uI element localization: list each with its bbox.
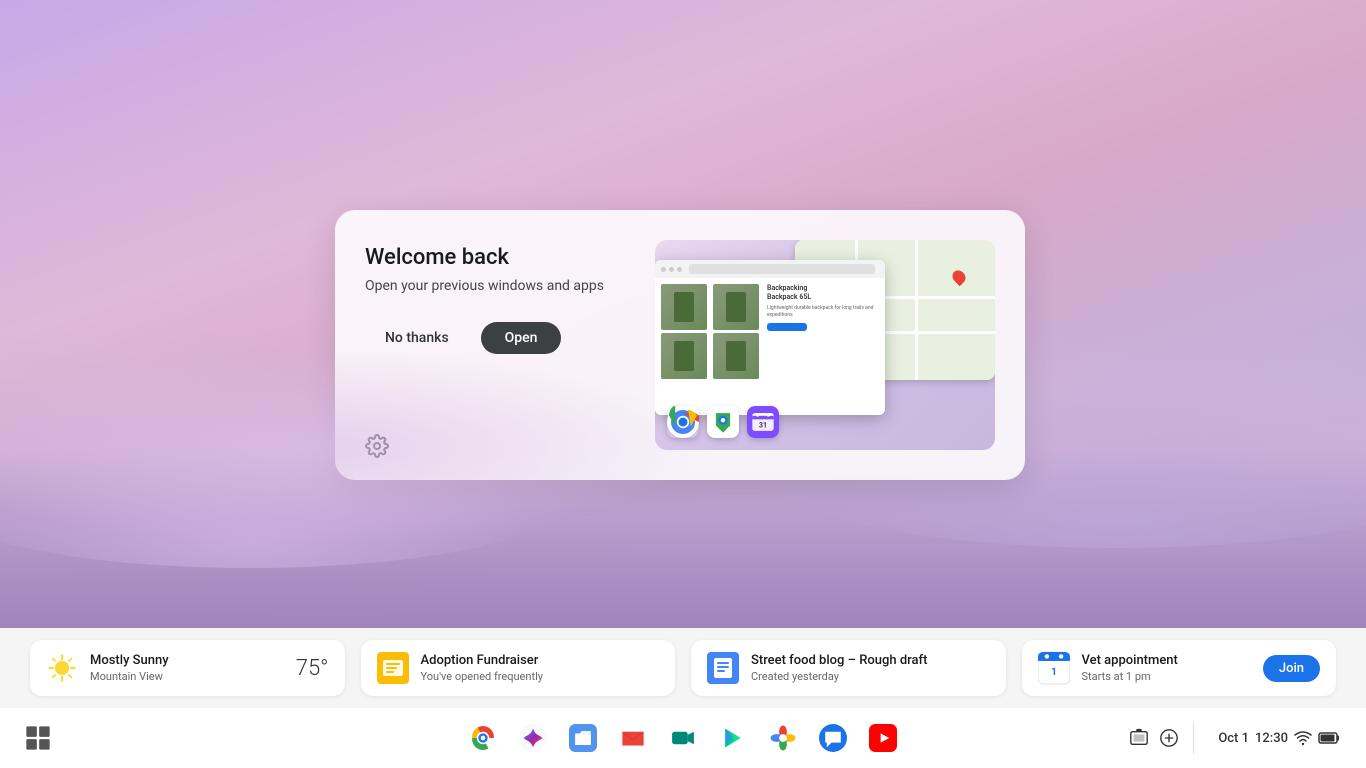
product-img-1	[661, 284, 707, 330]
calendar-icon: 1	[1038, 652, 1070, 684]
add-icon[interactable]	[1159, 728, 1179, 748]
shelf-left	[16, 716, 60, 760]
product-img-2	[713, 284, 759, 330]
preview-app-icons: 31	[667, 406, 779, 438]
svg-text:1: 1	[1051, 667, 1057, 678]
product-img-4	[713, 333, 759, 379]
shelf-right: Oct 1 12:30	[1129, 722, 1350, 754]
blog-subtitle: Created yesterday	[751, 670, 990, 683]
welcome-back-card: Welcome back Open your previous windows …	[335, 210, 1025, 480]
add-to-cart-button	[767, 323, 807, 331]
adoption-fundraiser-card[interactable]: Adoption Fundraiser You've opened freque…	[361, 640, 676, 696]
weather-card[interactable]: Mostly Sunny Mountain View 75°	[30, 640, 345, 696]
vet-text: Vet appointment Starts at 1 pm	[1082, 653, 1251, 683]
shelf-app-assistant[interactable]	[511, 716, 555, 760]
adoption-text: Adoption Fundraiser You've opened freque…	[421, 653, 660, 683]
time-text: 12:30	[1255, 731, 1288, 746]
suggestion-row: Mostly Sunny Mountain View 75° Adoption …	[0, 628, 1366, 708]
shelf-app-messages[interactable]	[811, 716, 855, 760]
product-info: BackpackingBackpack 65L Lightweight dura…	[767, 284, 879, 379]
system-tray[interactable]: Oct 1 12:30	[1208, 726, 1350, 750]
settings-gear-icon[interactable]	[365, 434, 389, 458]
shelf: Oct 1 12:30	[0, 708, 1366, 768]
vet-appointment-card[interactable]: 1 Vet appointment Starts at 1 pm Join	[1022, 640, 1337, 696]
street-food-blog-card[interactable]: Street food blog – Rough draft Created y…	[691, 640, 1006, 696]
shelf-center-apps	[461, 716, 905, 760]
desktop-wallpaper: Welcome back Open your previous windows …	[0, 0, 1366, 628]
product-image-grid	[661, 284, 761, 379]
shelf-app-gmail[interactable]	[611, 716, 655, 760]
preview-chrome-icon	[667, 406, 699, 438]
vet-title: Vet appointment	[1082, 653, 1251, 668]
vet-subtitle: Starts at 1 pm	[1082, 670, 1251, 683]
screenshot-icon[interactable]	[1129, 728, 1149, 748]
weather-title: Mostly Sunny	[90, 653, 284, 668]
weather-location: Mountain View	[90, 670, 284, 683]
product-img-3	[661, 333, 707, 379]
keep-icon	[377, 652, 409, 684]
browser-dot-3	[677, 267, 682, 272]
product-content: BackpackingBackpack 65L Lightweight dura…	[655, 278, 885, 385]
welcome-title: Welcome back	[365, 245, 635, 270]
weather-text: Mostly Sunny Mountain View	[90, 653, 284, 683]
blog-text: Street food blog – Rough draft Created y…	[751, 653, 990, 683]
browser-dot-1	[661, 267, 666, 272]
blog-title: Street food blog – Rough draft	[751, 653, 990, 668]
overview-button[interactable]	[16, 716, 60, 760]
open-button[interactable]: Open	[481, 322, 562, 354]
welcome-left-section: Welcome back Open your previous windows …	[365, 240, 635, 354]
date-text: Oct 1	[1218, 731, 1249, 746]
tray-divider	[1193, 722, 1194, 754]
docs-icon	[707, 652, 739, 684]
weather-temperature: 75°	[296, 656, 329, 681]
product-title: BackpackingBackpack 65L	[767, 284, 879, 302]
svg-text:31: 31	[759, 420, 767, 429]
welcome-subtitle: Open your previous windows and apps	[365, 278, 635, 294]
taskbar: Mostly Sunny Mountain View 75° Adoption …	[0, 628, 1366, 768]
weather-icon	[46, 652, 78, 684]
join-button[interactable]: Join	[1263, 655, 1320, 682]
preview-area: BackpackingBackpack 65L Lightweight dura…	[655, 240, 995, 450]
no-thanks-button[interactable]: No thanks	[365, 322, 469, 354]
shelf-app-youtube[interactable]	[861, 716, 905, 760]
shelf-app-files[interactable]	[561, 716, 605, 760]
shelf-app-chrome[interactable]	[461, 716, 505, 760]
preview-fantastical-icon: 31	[747, 406, 779, 438]
preview-maps-icon	[707, 406, 739, 438]
adoption-subtitle: You've opened frequently	[421, 670, 660, 683]
map-road-v2	[915, 240, 918, 380]
product-description: Lightweight durable backpack for long tr…	[767, 305, 879, 319]
wifi-icon	[1294, 730, 1312, 746]
battery-icon	[1318, 731, 1340, 745]
browser-dot-2	[669, 267, 674, 272]
shelf-app-play[interactable]	[711, 716, 755, 760]
browser-bar	[655, 260, 885, 278]
product-preview-window: BackpackingBackpack 65L Lightweight dura…	[655, 260, 885, 415]
welcome-buttons: No thanks Open	[365, 322, 635, 354]
adoption-title: Adoption Fundraiser	[421, 653, 660, 668]
shelf-app-photos[interactable]	[761, 716, 805, 760]
browser-url-bar	[689, 264, 875, 274]
shelf-app-meet[interactable]	[661, 716, 705, 760]
